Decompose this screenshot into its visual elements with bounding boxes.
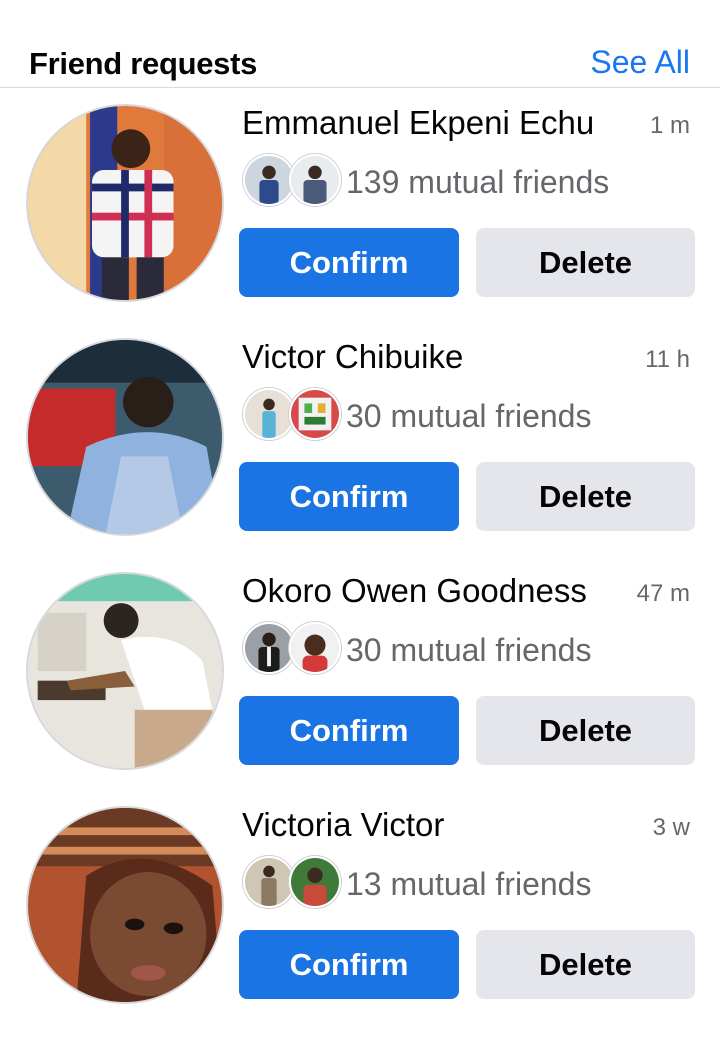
see-all-link[interactable]: See All bbox=[590, 44, 690, 81]
delete-button[interactable]: Delete bbox=[476, 228, 695, 297]
mutual-friend-avatar bbox=[289, 622, 341, 674]
request-time: 3 w bbox=[652, 814, 690, 841]
friend-request-item: Victor Chibuike 11 h 30 mutual friends C… bbox=[0, 338, 720, 572]
friend-request-item: Okoro Owen Goodness 47 m 30 mutual frien… bbox=[0, 572, 720, 806]
confirm-button[interactable]: Confirm bbox=[239, 930, 459, 999]
profile-photo bbox=[28, 340, 222, 534]
profile-avatar[interactable] bbox=[26, 338, 224, 536]
confirm-button[interactable]: Confirm bbox=[239, 696, 459, 765]
profile-avatar[interactable] bbox=[26, 104, 224, 302]
requester-name[interactable]: Victoria Victor bbox=[242, 806, 444, 844]
friend-requests-header: Friend requests See All bbox=[0, 0, 720, 88]
mutual-friend-avatar bbox=[289, 856, 341, 908]
profile-avatar[interactable] bbox=[26, 806, 224, 1004]
request-time: 11 h bbox=[645, 346, 690, 373]
mutual-friend-avatar bbox=[289, 154, 341, 206]
request-time: 1 m bbox=[649, 112, 690, 139]
confirm-button[interactable]: Confirm bbox=[239, 462, 459, 531]
requester-name[interactable]: Okoro Owen Goodness bbox=[242, 572, 587, 610]
mutual-friend-avatar bbox=[243, 856, 295, 908]
friend-request-item: Emmanuel Ekpeni Echu 1 m 139 mutual frie… bbox=[0, 104, 720, 338]
delete-button[interactable]: Delete bbox=[476, 930, 695, 999]
profile-photo bbox=[28, 808, 222, 1002]
requester-name[interactable]: Victor Chibuike bbox=[242, 338, 463, 376]
mutual-friend-avatar bbox=[243, 388, 295, 440]
mutual-friend-avatar bbox=[289, 388, 341, 440]
mutual-friends-count: 30 mutual friends bbox=[346, 632, 592, 668]
mutual-friend-avatar bbox=[243, 622, 295, 674]
requester-name[interactable]: Emmanuel Ekpeni Echu bbox=[242, 104, 594, 142]
mutual-friends-count: 139 mutual friends bbox=[346, 164, 610, 200]
mutual-friends-count: 30 mutual friends bbox=[346, 398, 592, 434]
profile-avatar[interactable] bbox=[26, 572, 224, 770]
profile-photo bbox=[28, 106, 222, 300]
delete-button[interactable]: Delete bbox=[476, 696, 695, 765]
request-time: 47 m bbox=[636, 580, 690, 607]
confirm-button[interactable]: Confirm bbox=[239, 228, 459, 297]
delete-button[interactable]: Delete bbox=[476, 462, 695, 531]
mutual-friend-avatar bbox=[243, 154, 295, 206]
section-title: Friend requests bbox=[29, 46, 258, 81]
friend-request-item: Victoria Victor 3 w 13 mutual friends Co… bbox=[0, 806, 720, 1040]
profile-photo bbox=[28, 574, 222, 768]
mutual-friends-count: 13 mutual friends bbox=[346, 866, 592, 902]
